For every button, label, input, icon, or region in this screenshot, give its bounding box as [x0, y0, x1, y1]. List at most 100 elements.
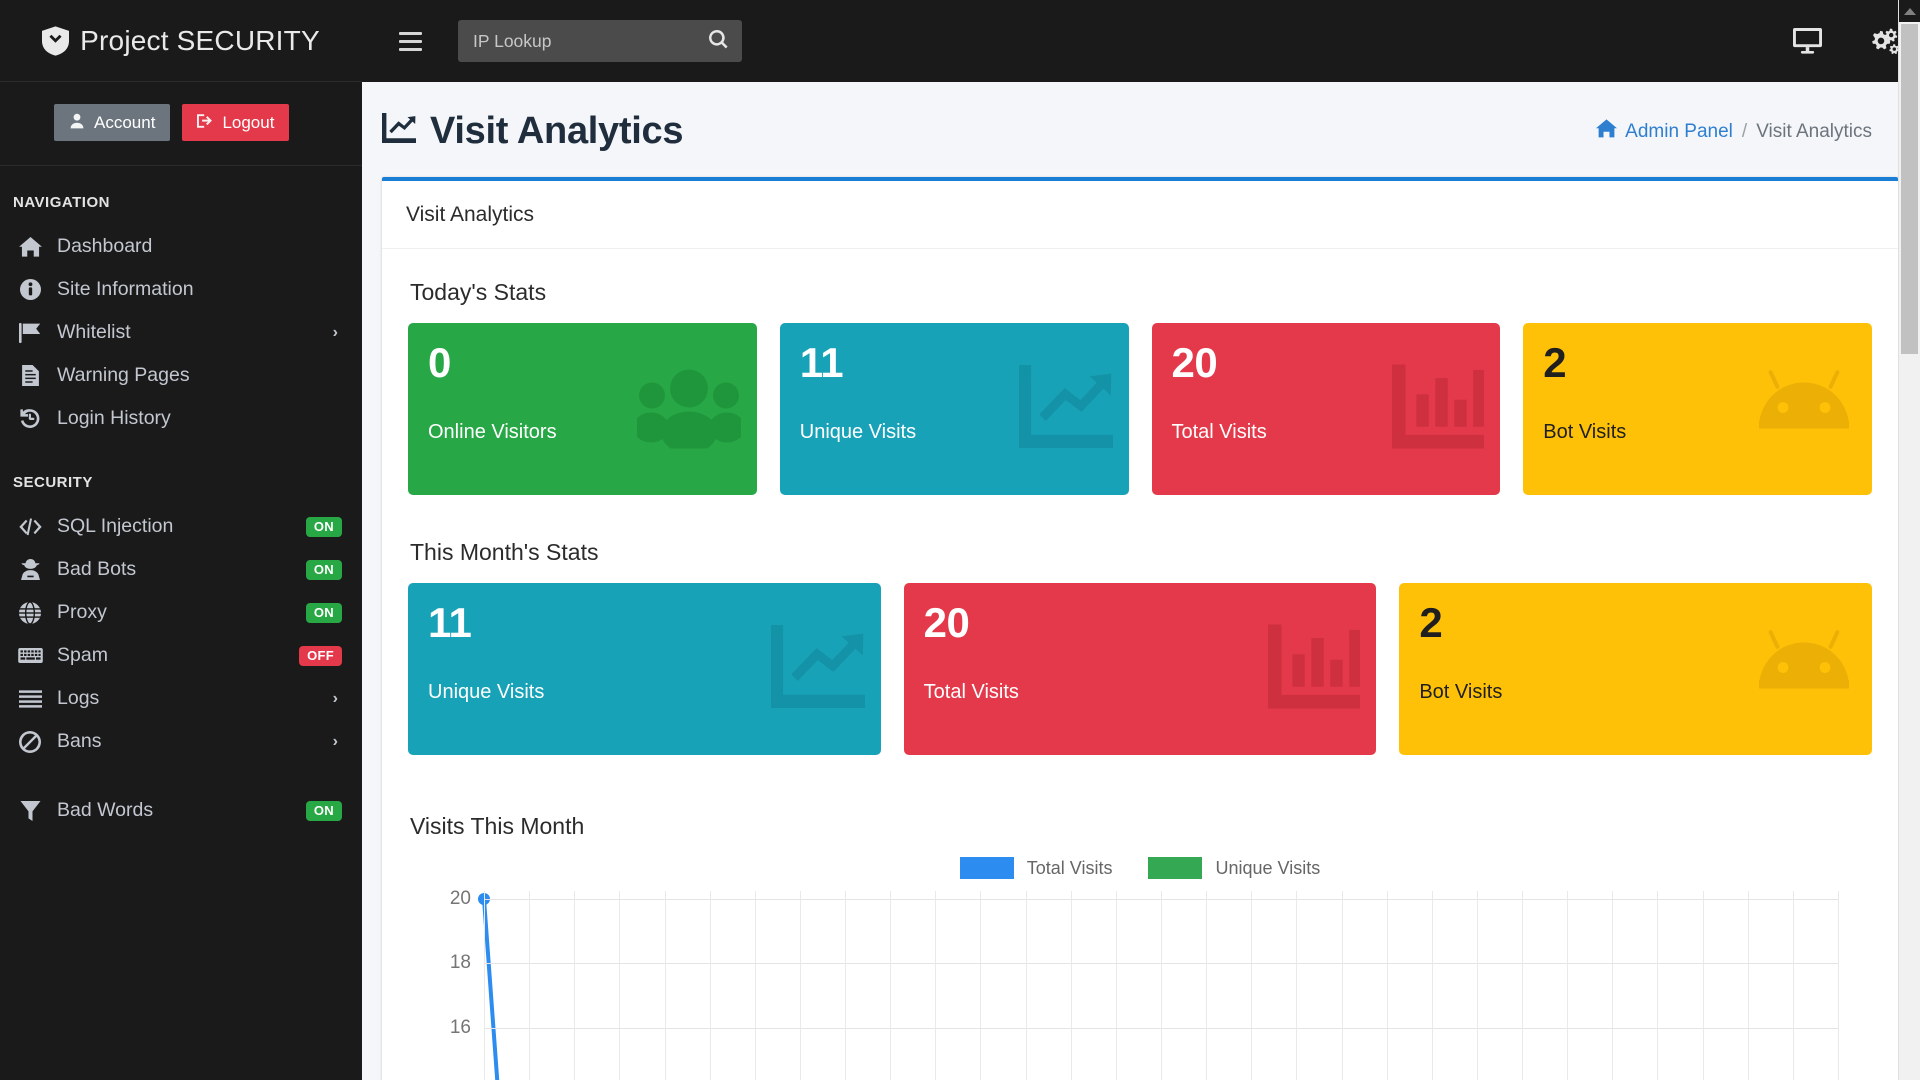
chart-vertical-gridline — [755, 891, 756, 1080]
account-button[interactable]: Account — [54, 104, 170, 141]
status-badge[interactable]: ON — [306, 560, 342, 580]
chart-vertical-gridline — [665, 891, 666, 1080]
sidebar-item-label: Bad Bots — [57, 558, 293, 581]
card-body: Today's Stats 0 Online Visitors 11 Uniqu… — [382, 249, 1898, 1080]
legend-item-unique-visits[interactable]: Unique Visits — [1148, 857, 1320, 879]
sidebar-item-sql-injection[interactable]: SQL Injection ON — [0, 505, 362, 548]
stat-card-bot-visits-today[interactable]: 2 Bot Visits — [1523, 323, 1872, 495]
vertical-scrollbar[interactable] — [1898, 0, 1920, 1080]
chart-vertical-gridline — [1071, 891, 1072, 1080]
sidebar-item-bans[interactable]: Bans › — [0, 720, 362, 763]
logout-button[interactable]: Logout — [182, 104, 289, 141]
main-area: Visit Analytics Admin Panel / Visit Anal… — [362, 0, 1920, 1080]
search-icon — [709, 30, 728, 52]
sidebar-item-label: Logs — [57, 687, 320, 710]
chevron-right-icon[interactable]: › — [333, 690, 338, 708]
status-badge[interactable]: ON — [306, 801, 342, 821]
cogs-icon[interactable] — [1868, 28, 1898, 54]
chart-vertical-gridline — [1206, 891, 1207, 1080]
chart-vertical-gridline — [845, 891, 846, 1080]
stat-card-unique-visits-month[interactable]: 11 Unique Visits — [408, 583, 881, 755]
sidebar-item-bad-bots[interactable]: Bad Bots ON — [0, 548, 362, 591]
stat-card-online-visitors[interactable]: 0 Online Visitors — [408, 323, 757, 495]
sidebar-item-spam[interactable]: Spam OFF — [0, 634, 362, 677]
chevron-right-icon[interactable]: › — [333, 324, 338, 342]
desktop-icon[interactable] — [1793, 28, 1822, 54]
chart-vertical-gridline — [1432, 891, 1433, 1080]
globe-icon — [16, 602, 44, 624]
stat-value: 11 — [428, 601, 861, 645]
stat-card-total-visits-month[interactable]: 20 Total Visits — [904, 583, 1377, 755]
sidebar-item-label: Bans — [57, 730, 320, 753]
sidebar-item-proxy[interactable]: Proxy ON — [0, 591, 362, 634]
chevron-right-icon[interactable]: › — [333, 733, 338, 751]
breadcrumb-separator: / — [1742, 121, 1747, 143]
stat-label: Unique Visits — [428, 681, 861, 704]
sidebar-item-whitelist[interactable]: Whitelist › — [0, 311, 362, 354]
page-title-text: Visit Analytics — [430, 110, 683, 153]
chart-vertical-gridline — [1657, 891, 1658, 1080]
sidebar-item-site-information[interactable]: Site Information — [0, 268, 362, 311]
chart-vertical-gridline — [980, 891, 981, 1080]
stat-label: Online Visitors — [428, 421, 737, 444]
chart-vertical-gridline — [1116, 891, 1117, 1080]
top-navbar — [362, 0, 1920, 82]
history-icon — [16, 408, 44, 429]
status-badge[interactable]: ON — [306, 603, 342, 623]
chart-vertical-gridline — [1793, 891, 1794, 1080]
status-badge[interactable]: ON — [306, 517, 342, 537]
chart-vertical-gridline — [1251, 891, 1252, 1080]
legend-item-total-visits[interactable]: Total Visits — [960, 857, 1113, 879]
sidebar-item-dashboard[interactable]: Dashboard — [0, 225, 362, 268]
section-spacer — [408, 755, 1872, 795]
this-months-stats-row: 11 Unique Visits 20 Total Visits — [408, 583, 1872, 755]
chart-canvas[interactable]: 20181614 — [408, 891, 1872, 1080]
chart-vertical-gridline — [1522, 891, 1523, 1080]
flag-icon — [16, 323, 44, 343]
search-input[interactable] — [473, 31, 701, 52]
chart-vertical-gridline — [1703, 891, 1704, 1080]
stat-card-bot-visits-month[interactable]: 2 Bot Visits — [1399, 583, 1872, 755]
nav-section-header-security: SECURITY — [0, 440, 362, 505]
search-bar[interactable] — [458, 20, 742, 62]
keyboard-icon — [16, 647, 44, 664]
legend-label: Unique Visits — [1215, 858, 1320, 879]
stat-value: 20 — [1172, 341, 1481, 385]
account-button-label: Account — [94, 114, 155, 131]
stat-value: 2 — [1419, 601, 1852, 645]
chart-vertical-gridline — [1161, 891, 1162, 1080]
stat-label: Bot Visits — [1419, 681, 1852, 704]
chart-y-tick-label: 16 — [450, 1017, 471, 1039]
search-button[interactable] — [701, 30, 728, 52]
breadcrumb-admin-panel[interactable]: Admin Panel — [1596, 119, 1733, 144]
stat-label: Unique Visits — [800, 421, 1109, 444]
hamburger-icon[interactable] — [388, 19, 432, 63]
bars-icon — [16, 690, 44, 708]
sidebar-item-login-history[interactable]: Login History — [0, 397, 362, 440]
todays-stats-title: Today's Stats — [410, 279, 1872, 306]
chart-vertical-gridline — [529, 891, 530, 1080]
nav-spacer — [0, 763, 362, 789]
sidebar-item-warning-pages[interactable]: Warning Pages — [0, 354, 362, 397]
scrollbar-thumb[interactable] — [1901, 24, 1918, 354]
brand-header[interactable]: Project SECURITY — [0, 0, 362, 82]
home-icon — [1596, 119, 1617, 144]
chart-vertical-gridline — [800, 891, 801, 1080]
stat-label: Total Visits — [1172, 421, 1481, 444]
chart-vertical-gridline — [1612, 891, 1613, 1080]
sidebar: Project SECURITY Account Logout NAVIGATI… — [0, 0, 362, 1080]
sign-out-icon — [197, 113, 213, 132]
chart-vertical-gridline — [1296, 891, 1297, 1080]
sidebar-item-label: Whitelist — [57, 321, 320, 344]
sidebar-item-logs[interactable]: Logs › — [0, 677, 362, 720]
user-panel: Account Logout — [0, 82, 362, 166]
sidebar-nav: NAVIGATION Dashboard Site Information Wh… — [0, 166, 362, 1080]
sidebar-item-bad-words[interactable]: Bad Words ON — [0, 789, 362, 832]
status-badge[interactable]: OFF — [299, 646, 342, 666]
stat-card-total-visits-today[interactable]: 20 Total Visits — [1152, 323, 1501, 495]
stat-card-unique-visits-today[interactable]: 11 Unique Visits — [780, 323, 1129, 495]
scroll-up-arrow[interactable] — [1899, 0, 1920, 22]
breadcrumb-admin-panel-label: Admin Panel — [1625, 121, 1733, 143]
brand-title: Project SECURITY — [80, 25, 320, 57]
code-icon — [16, 518, 44, 536]
